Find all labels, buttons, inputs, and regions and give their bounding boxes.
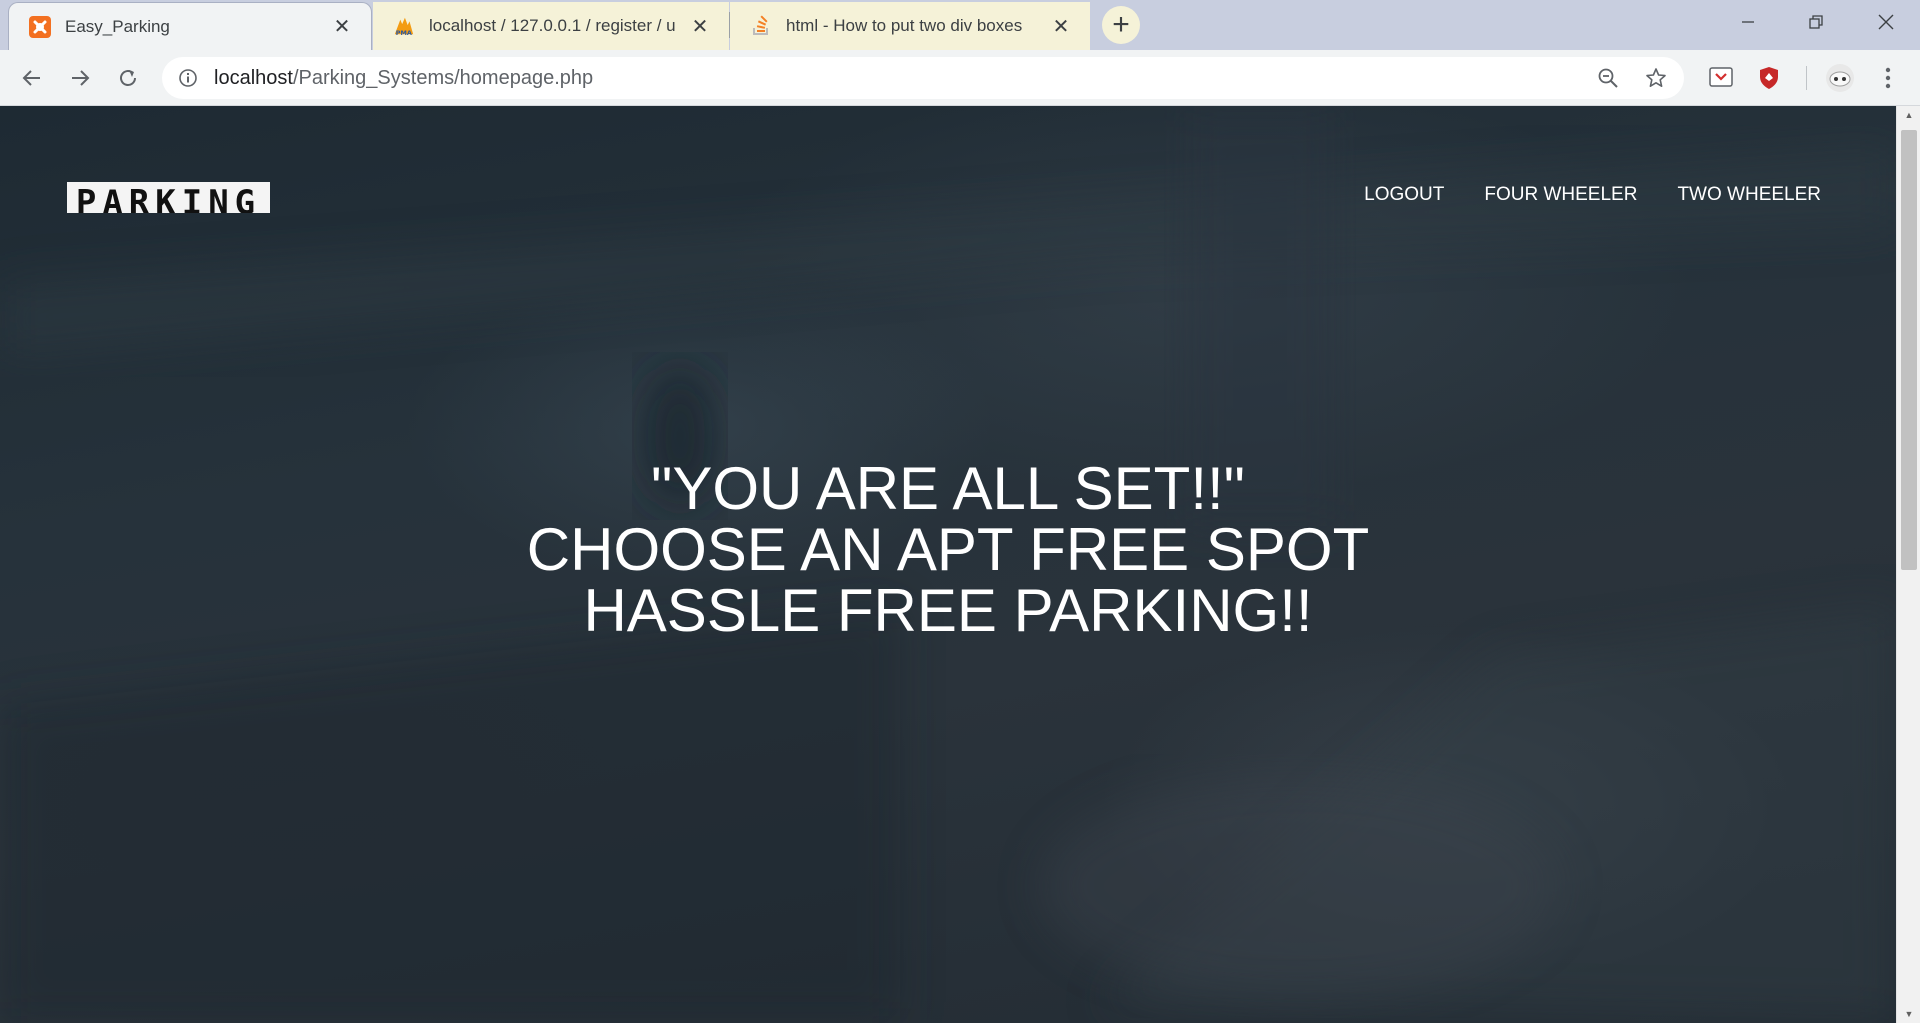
vertical-scrollbar[interactable]: ▲ ▼ [1896, 106, 1920, 1023]
browser-toolbar: localhost/Parking_Systems/homepage.php [0, 50, 1920, 106]
scroll-thumb[interactable] [1901, 130, 1917, 570]
back-arrow-icon[interactable] [12, 58, 52, 98]
tab-easy-parking[interactable]: Easy_Parking ✕ [8, 2, 372, 50]
xampp-icon [29, 15, 51, 38]
nav-logout-link[interactable]: LOGOUT [1364, 184, 1444, 206]
logo-text: PARKING [75, 182, 262, 214]
url-path: /Parking_Systems/homepage.php [292, 66, 594, 89]
zoom-icon[interactable] [1596, 66, 1620, 90]
url-host: localhost [214, 66, 293, 89]
nav-four-wheeler-link[interactable]: FOUR WHEELER [1484, 184, 1637, 206]
kebab-menu-icon[interactable] [1874, 64, 1902, 92]
close-icon[interactable]: ✕ [1050, 15, 1072, 38]
site-logo[interactable]: PARKING [67, 182, 270, 213]
tab-title: Easy_Parking [65, 16, 170, 36]
phpmyadmin-icon: PMA [393, 15, 415, 37]
avatar[interactable] [1824, 62, 1856, 94]
tab-strip: Easy_Parking ✕ PMA localhost / 127.0.0.1… [0, 0, 1920, 50]
window-close-icon[interactable] [1858, 0, 1914, 44]
reload-icon[interactable] [108, 58, 148, 98]
stackoverflow-icon [750, 15, 772, 37]
bookmark-star-icon[interactable] [1644, 66, 1668, 90]
pocket-extension-icon[interactable] [1707, 64, 1735, 92]
scroll-down-icon[interactable]: ▼ [1897, 1005, 1920, 1023]
tab-stackoverflow[interactable]: html - How to put two div boxes ✕ [730, 2, 1090, 50]
nav-two-wheeler-link[interactable]: TWO WHEELER [1677, 184, 1821, 206]
forward-arrow-icon[interactable] [60, 58, 100, 98]
tab-title: html - How to put two div boxes [786, 16, 1023, 35]
address-bar[interactable]: localhost/Parking_Systems/homepage.php [162, 57, 1684, 99]
hero-line-3: HASSLE FREE PARKING!! [583, 577, 1313, 644]
restore-icon[interactable] [1788, 0, 1844, 44]
hero-line-1: "YOU ARE ALL SET!!" [651, 455, 1245, 522]
main-nav: LOGOUT FOUR WHEELER TWO WHEELER [1364, 184, 1821, 206]
info-icon[interactable] [176, 66, 200, 90]
minimize-icon[interactable] [1720, 0, 1776, 44]
tab-title: localhost / 127.0.0.1 / register / u [429, 16, 676, 35]
hero-line-2: CHOOSE AN APT FREE SPOT [526, 516, 1370, 583]
svg-text:PMA: PMA [396, 29, 412, 37]
new-tab-button[interactable]: + [1102, 6, 1140, 44]
toolbar-separator [1806, 66, 1807, 90]
url-text: localhost/Parking_Systems/homepage.php [214, 67, 593, 90]
tab-phpmyadmin[interactable]: PMA localhost / 127.0.0.1 / register / u… [373, 2, 729, 50]
hero-heading: "YOU ARE ALL SET!!" CHOOSE AN APT FREE S… [0, 458, 1896, 641]
shield-extension-icon[interactable] [1755, 64, 1783, 92]
close-icon[interactable]: ✕ [331, 16, 353, 38]
page-viewport: PARKING LOGOUT FOUR WHEELER TWO WHEELER … [0, 106, 1896, 1023]
scroll-up-icon[interactable]: ▲ [1897, 106, 1920, 124]
close-icon[interactable]: ✕ [689, 15, 711, 38]
